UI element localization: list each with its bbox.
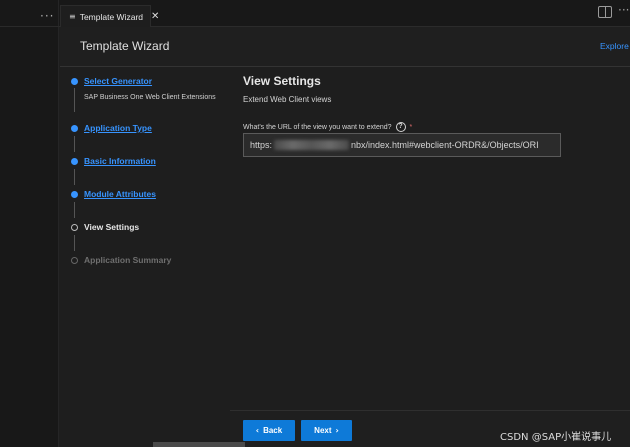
tab-template-wizard[interactable]: ≡ Template Wizard ✕ — [60, 5, 159, 27]
url-question-label: What's the URL of the view you want to e… — [243, 122, 412, 132]
step-connector — [74, 169, 75, 185]
more-icon[interactable]: ··· — [40, 9, 54, 23]
view-url-input[interactable]: https: nbx/index.html#webclient-ORDR&/Ob… — [243, 133, 561, 157]
step-connector — [74, 136, 75, 152]
next-button-label: Next — [314, 426, 332, 435]
step-current-icon — [71, 224, 78, 231]
step-connector — [74, 235, 75, 251]
step-label: View Settings — [84, 222, 140, 232]
step-label: Application Summary — [84, 255, 172, 265]
back-button-label: Back — [263, 426, 283, 435]
step-sublabel: SAP Business One Web Client Extensions — [84, 94, 216, 101]
section-title: View Settings — [243, 74, 321, 88]
tab-label: Template Wizard — [79, 11, 144, 22]
editor-tab-bar: ≡ Template Wizard ✕ — [59, 0, 630, 27]
back-button[interactable]: ‹ Back — [243, 420, 295, 441]
step-done-icon — [71, 78, 78, 85]
step-label[interactable]: Select Generator — [84, 76, 152, 86]
chevron-right-icon: › — [335, 426, 339, 435]
step-done-icon — [71, 125, 78, 132]
page-title: Template Wizard — [80, 39, 170, 53]
explore-link[interactable]: Explore — [600, 41, 629, 51]
redacted-host — [274, 140, 350, 150]
split-editor-icon[interactable] — [598, 6, 612, 18]
wizard-header: Template Wizard Explore — [60, 27, 630, 67]
more-actions-icon[interactable]: ··· — [618, 3, 629, 17]
step-connector — [74, 202, 75, 218]
file-icon: ≡ — [69, 12, 76, 21]
step-label[interactable]: Module Attributes — [84, 189, 156, 199]
sidebar-divider — [0, 26, 59, 27]
url-value-suffix: nbx/index.html#webclient-ORDR&/Objects/O… — [351, 140, 539, 150]
next-button[interactable]: Next › — [301, 420, 352, 441]
required-marker: * — [409, 123, 413, 131]
activity-sidebar: ··· — [0, 0, 59, 447]
watermark: CSDN @SAP小崔说事儿 — [500, 432, 612, 443]
step-connector — [74, 88, 75, 112]
step-pending-icon — [71, 257, 78, 264]
wizard-steps: Select Generator SAP Business One Web Cl… — [60, 67, 230, 447]
close-icon[interactable]: ✕ — [151, 11, 159, 22]
chevron-left-icon: ‹ — [255, 426, 260, 435]
step-label[interactable]: Application Type — [84, 123, 152, 133]
url-value-prefix: https: — [250, 140, 273, 150]
step-done-icon — [71, 158, 78, 165]
step-done-icon — [71, 191, 78, 198]
horizontal-scrollbar[interactable] — [153, 442, 245, 447]
section-subtitle: Extend Web Client views — [243, 95, 332, 104]
help-icon[interactable]: ? — [395, 122, 406, 132]
question-text: What's the URL of the view you want to e… — [243, 123, 392, 131]
step-label[interactable]: Basic Information — [84, 156, 156, 166]
